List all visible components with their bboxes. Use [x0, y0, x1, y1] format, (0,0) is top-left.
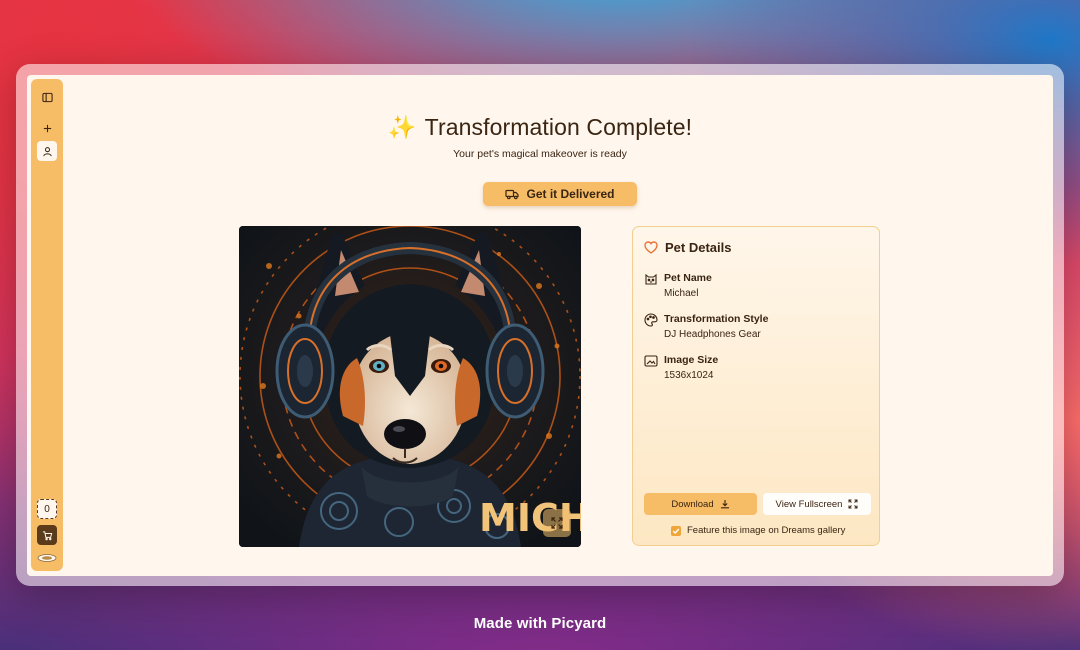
- dj-husky-illustration: MICHA: [239, 226, 581, 547]
- transformation-style-label: Transformation Style: [664, 313, 769, 325]
- sidebar-panel-icon: [41, 92, 53, 102]
- picyard-logo: [37, 551, 57, 565]
- pet-details-title: Pet Details: [665, 240, 732, 255]
- image-icon: [644, 355, 658, 367]
- pet-image[interactable]: MICHA: [239, 226, 581, 547]
- page-title-text: Transformation Complete!: [424, 114, 693, 140]
- palette-icon: [644, 313, 658, 327]
- cart-icon: [42, 530, 52, 540]
- truck-icon: [505, 189, 520, 200]
- pet-name-value: Michael: [664, 288, 699, 299]
- checkmark-icon: [672, 528, 680, 534]
- download-icon: [720, 500, 729, 509]
- cart-button[interactable]: [37, 525, 57, 545]
- image-size-field: Image Size 1536x1024: [644, 354, 718, 381]
- feature-gallery-option[interactable]: Feature this image on Dreams gallery: [671, 525, 845, 536]
- fullscreen-icon: [848, 499, 858, 509]
- download-label: Download: [671, 498, 714, 510]
- cat-icon: [645, 273, 657, 285]
- feature-gallery-checkbox[interactable]: [671, 525, 681, 536]
- view-fullscreen-label: View Fullscreen: [775, 498, 843, 510]
- picyard-logo-icon: [37, 554, 57, 562]
- pet-details-heading: Pet Details: [644, 240, 731, 255]
- expand-icon: [551, 517, 563, 529]
- cart-count-badge: 0: [37, 499, 57, 519]
- feature-gallery-label: Feature this image on Dreams gallery: [687, 525, 846, 536]
- expand-image-button[interactable]: [543, 509, 571, 537]
- image-size-label: Image Size: [664, 354, 719, 366]
- sparkles-icon: ✨: [387, 114, 417, 140]
- page-title: ✨ Transformation Complete!: [27, 114, 1053, 141]
- download-button[interactable]: Download: [644, 493, 757, 515]
- transformation-style-value: DJ Headphones Gear: [664, 329, 761, 340]
- heart-icon: [644, 241, 658, 254]
- pet-name-field: Pet Name Michael: [644, 272, 712, 299]
- page-subtitle: Your pet's magical makeover is ready: [453, 148, 627, 160]
- app-window: 0 ✨ Transformation Complete! Your pet's m…: [27, 75, 1053, 576]
- made-with-picyard-footer: Made with Picyard: [473, 615, 607, 632]
- pet-name-label: Pet Name: [664, 272, 712, 284]
- sidebar-toggle-button[interactable]: [37, 87, 57, 107]
- pet-details-card: Pet Details Pet Name Michael Transformat…: [632, 226, 880, 546]
- get-delivered-button[interactable]: Get it Delivered: [483, 182, 637, 206]
- image-size-value: 1536x1024: [664, 370, 714, 381]
- transformation-style-field: Transformation Style DJ Headphones Gear: [644, 313, 768, 340]
- get-delivered-label: Get it Delivered: [526, 187, 615, 201]
- view-fullscreen-button[interactable]: View Fullscreen: [763, 493, 871, 515]
